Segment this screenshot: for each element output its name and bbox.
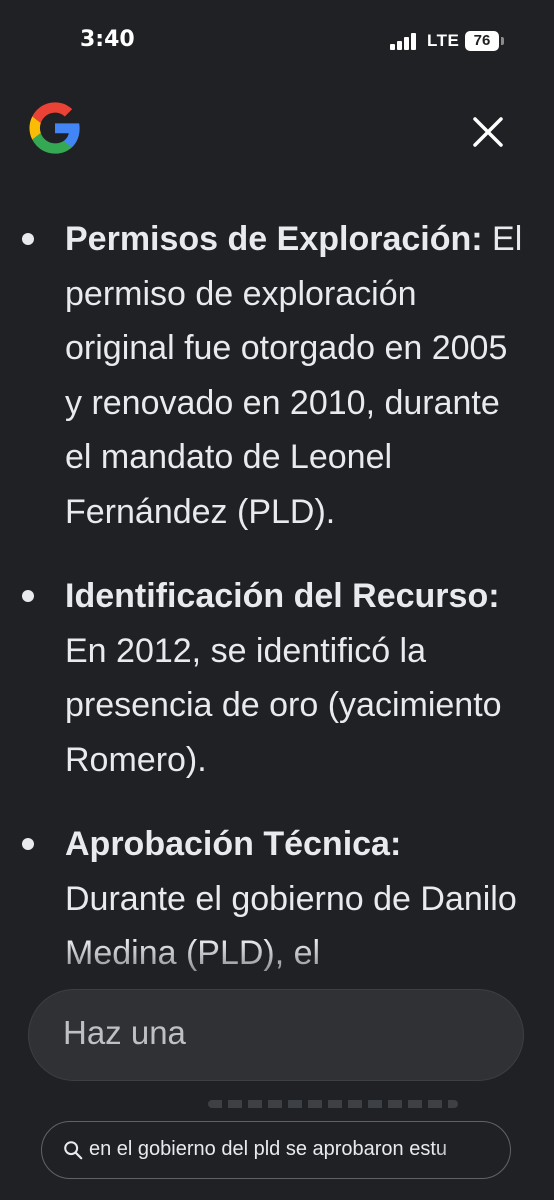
- followup-placeholder: Haz una: [63, 1014, 186, 1051]
- search-query-chip[interactable]: en el gobierno del pld se aprobaron estu: [41, 1121, 511, 1179]
- list-item: Identificación del Recurso: En 2012, se …: [0, 569, 554, 787]
- status-bar: 3:40 LTE 76: [0, 0, 554, 84]
- bullet-dot: [22, 838, 34, 850]
- close-icon[interactable]: [466, 110, 510, 154]
- bullet-dot: [22, 590, 34, 602]
- list-item: Permisos de Exploración: El permiso de e…: [0, 212, 554, 539]
- battery-icon: 76: [465, 31, 504, 51]
- search-icon: [64, 1141, 83, 1160]
- bullet-list: Permisos de Exploración: El permiso de e…: [0, 212, 554, 981]
- bullet-title: Aprobación Técnica:: [65, 825, 402, 863]
- bullet-title: Permisos de Exploración:: [65, 220, 483, 258]
- bullet-title: Identificación del Recurso:: [65, 577, 500, 615]
- bullet-text: El permiso de exploración original fue o…: [65, 220, 523, 531]
- status-time: 3:40: [80, 27, 135, 52]
- network-type: LTE: [427, 31, 460, 50]
- battery-level: 76: [473, 32, 491, 49]
- bullet-dot: [22, 233, 34, 245]
- bullet-text: En 2012, se identificó la presencia de o…: [65, 631, 502, 779]
- google-logo: [29, 102, 80, 154]
- followup-input[interactable]: Haz una: [28, 989, 524, 1081]
- search-query-text: en el gobierno del pld se aprobaron estu: [89, 1138, 448, 1160]
- signal-icon: [390, 32, 420, 50]
- answer-content: Permisos de Exploración: El permiso de e…: [0, 212, 554, 1012]
- faded-text-line: [208, 1100, 458, 1108]
